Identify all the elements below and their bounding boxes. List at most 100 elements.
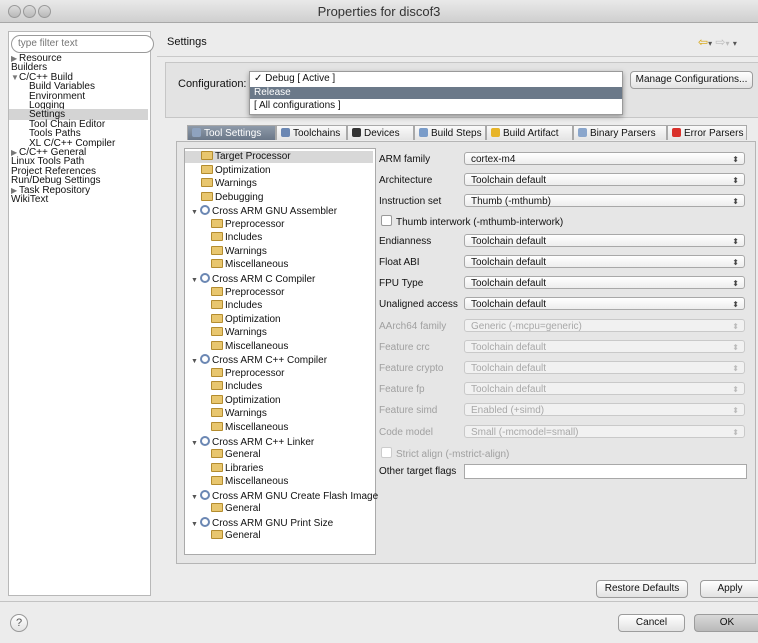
tab-build-steps[interactable]: Build Steps <box>414 125 486 140</box>
forward-menu-icon[interactable]: ▾ <box>725 39 729 48</box>
tool-gear-icon <box>200 489 210 500</box>
config-option-all[interactable]: [ All configurations ] <box>250 100 622 112</box>
expanded-arrow-icon[interactable]: ▼ <box>191 438 200 450</box>
tool-tree-item[interactable]: Preprocessor <box>185 218 373 231</box>
fpu-type-select[interactable]: Toolchain default ⬍ <box>464 276 745 289</box>
tool-tree-item[interactable]: Warnings <box>185 245 373 258</box>
thumb-interwork-mthumb-interwork-checkbox-row[interactable]: Thumb interwork (-mthumb-interwork) <box>381 215 563 228</box>
cancel-button[interactable]: Cancel <box>618 614 685 632</box>
back-arrow-icon[interactable]: ⇦ <box>698 35 708 49</box>
tab-icon <box>281 128 290 137</box>
tab-toolchains[interactable]: Toolchains <box>276 125 347 140</box>
tool-tree-item[interactable]: Optimization <box>185 394 373 407</box>
forward-arrow-icon[interactable]: ⇨ <box>715 35 725 49</box>
tool-tree-item[interactable]: Warnings <box>185 327 373 339</box>
folder-icon <box>201 164 213 174</box>
tool-tree-label: Miscellaneous <box>225 476 289 488</box>
updown-arrows-icon: ⬍ <box>732 279 739 288</box>
expanded-arrow-icon[interactable]: ▼ <box>191 492 200 504</box>
tool-tree-item[interactable]: Preprocessor <box>185 367 373 380</box>
tab-error-parsers[interactable]: Error Parsers <box>667 125 747 140</box>
tool-tree-item[interactable]: Libraries <box>185 462 373 475</box>
endianness-select[interactable]: Toolchain default ⬍ <box>464 234 745 247</box>
unaligned-access-select[interactable]: Toolchain default ⬍ <box>464 297 745 310</box>
back-menu-icon[interactable]: ▾ <box>708 39 712 48</box>
checkbox-label: Thumb interwork (-mthumb-interwork) <box>396 217 564 228</box>
tool-tree-item[interactable]: Target Processor <box>185 151 373 163</box>
configuration-dropdown[interactable]: ✓ Debug [ Active ] Release [ All configu… <box>249 71 623 115</box>
tool-tree-label: General <box>225 503 261 515</box>
tool-tree-label: Cross ARM GNU Print Size <box>212 517 334 529</box>
expanded-arrow-icon[interactable]: ▼ <box>191 207 200 219</box>
tool-tree-label: Libraries <box>225 462 264 474</box>
tool-tree-item[interactable]: ▼ Cross ARM C++ Compiler <box>185 354 373 368</box>
config-option-release[interactable]: Release <box>250 87 622 99</box>
view-menu-icon[interactable]: ▾ <box>733 39 737 48</box>
tool-tree-item[interactable]: Miscellaneous <box>185 340 373 353</box>
architecture-label: Architecture <box>379 175 433 186</box>
instruction-set-select[interactable]: Thumb (-mthumb) ⬍ <box>464 194 745 207</box>
ok-button[interactable]: OK <box>694 614 758 632</box>
help-icon[interactable]: ? <box>10 614 28 632</box>
tool-tree-item[interactable]: General <box>185 449 373 461</box>
tool-tree-item[interactable]: Warnings <box>185 178 373 190</box>
select-value: Toolchain default <box>471 257 547 268</box>
updown-arrows-icon: ⬍ <box>732 155 739 164</box>
tool-tree-label: Preprocessor <box>225 218 285 230</box>
tab-tool-settings[interactable]: Tool Settings <box>187 125 276 140</box>
tool-tree-item[interactable]: ▼ Cross ARM GNU Create Flash Image <box>185 489 378 504</box>
feature-simd-select: Enabled (+simd) ⬍ <box>464 403 745 416</box>
tool-tree-item[interactable]: General <box>185 530 373 542</box>
tool-tree-label: Warnings <box>225 245 267 257</box>
tool-tree-item[interactable]: ▼ Cross ARM GNU Print Size <box>185 516 373 531</box>
tool-tree-item[interactable]: Includes <box>185 232 373 244</box>
tool-tree-label: Cross ARM C Compiler <box>212 273 316 285</box>
expanded-arrow-icon[interactable]: ▼ <box>191 356 200 368</box>
folder-icon <box>211 462 223 472</box>
tab-devices[interactable]: Devices <box>347 125 414 140</box>
tool-tree-label: Warnings <box>225 327 267 339</box>
tool-tree-item[interactable]: ▼ Cross ARM C Compiler <box>185 272 373 287</box>
tool-tree-item[interactable]: Miscellaneous <box>185 476 373 488</box>
folder-icon <box>211 340 223 350</box>
tool-tree-item[interactable]: Optimization <box>185 164 373 177</box>
tool-tree-item[interactable]: Optimization <box>185 313 373 326</box>
updown-arrows-icon: ⬍ <box>732 258 739 267</box>
folder-icon <box>211 449 223 459</box>
tool-tree-item[interactable]: Includes <box>185 300 373 312</box>
tool-tree-item[interactable]: Miscellaneous <box>185 422 373 434</box>
checkbox[interactable] <box>381 215 392 226</box>
arm-family-select[interactable]: cortex-m4 ⬍ <box>464 152 745 165</box>
tool-tree-item[interactable]: ▼ Cross ARM GNU Assembler <box>185 205 373 219</box>
tool-tree-item[interactable]: General <box>185 503 373 515</box>
nav-item[interactable]: WikiText <box>9 194 148 205</box>
tool-tree-item[interactable]: Miscellaneous <box>185 259 373 271</box>
float-abi-select[interactable]: Toolchain default ⬍ <box>464 255 745 268</box>
manage-configurations-button[interactable]: Manage Configurations... <box>630 71 753 89</box>
tool-tree-item[interactable]: Includes <box>185 381 373 393</box>
architecture-select[interactable]: Toolchain default ⬍ <box>464 173 745 186</box>
folder-icon <box>201 151 213 160</box>
endianness-label: Endianness <box>379 236 432 247</box>
left-nav-pane: ▶ResourceBuilders▼C/C++ BuildBuild Varia… <box>8 31 154 596</box>
tool-gear-icon <box>200 272 210 283</box>
tool-tree-item[interactable]: Warnings <box>185 408 373 420</box>
apply-button[interactable]: Apply <box>700 580 758 598</box>
other-target-flags-input[interactable] <box>464 464 747 479</box>
select-value: Generic (-mcpu=generic) <box>471 321 582 332</box>
config-option-debug[interactable]: ✓ Debug [ Active ] <box>250 73 622 85</box>
tool-tree-item[interactable]: Preprocessor <box>185 286 373 299</box>
restore-defaults-button[interactable]: Restore Defaults <box>596 580 688 598</box>
tool-tree-label: Cross ARM GNU Assembler <box>212 206 338 218</box>
tool-tree-item[interactable]: ▼ Cross ARM C++ Linker <box>185 435 373 450</box>
tab-binary-parsers[interactable]: Binary Parsers <box>573 125 667 140</box>
tab-build-artifact[interactable]: Build Artifact <box>486 125 573 140</box>
folder-icon <box>211 503 223 513</box>
fpu-type-label: FPU Type <box>379 278 424 289</box>
expanded-arrow-icon[interactable]: ▼ <box>191 275 200 287</box>
filter-input[interactable] <box>11 35 154 53</box>
tool-tree-item[interactable]: Debugging <box>185 191 373 204</box>
tool-tree-label: Includes <box>225 300 263 312</box>
expanded-arrow-icon[interactable]: ▼ <box>191 519 200 531</box>
folder-icon <box>211 313 223 323</box>
